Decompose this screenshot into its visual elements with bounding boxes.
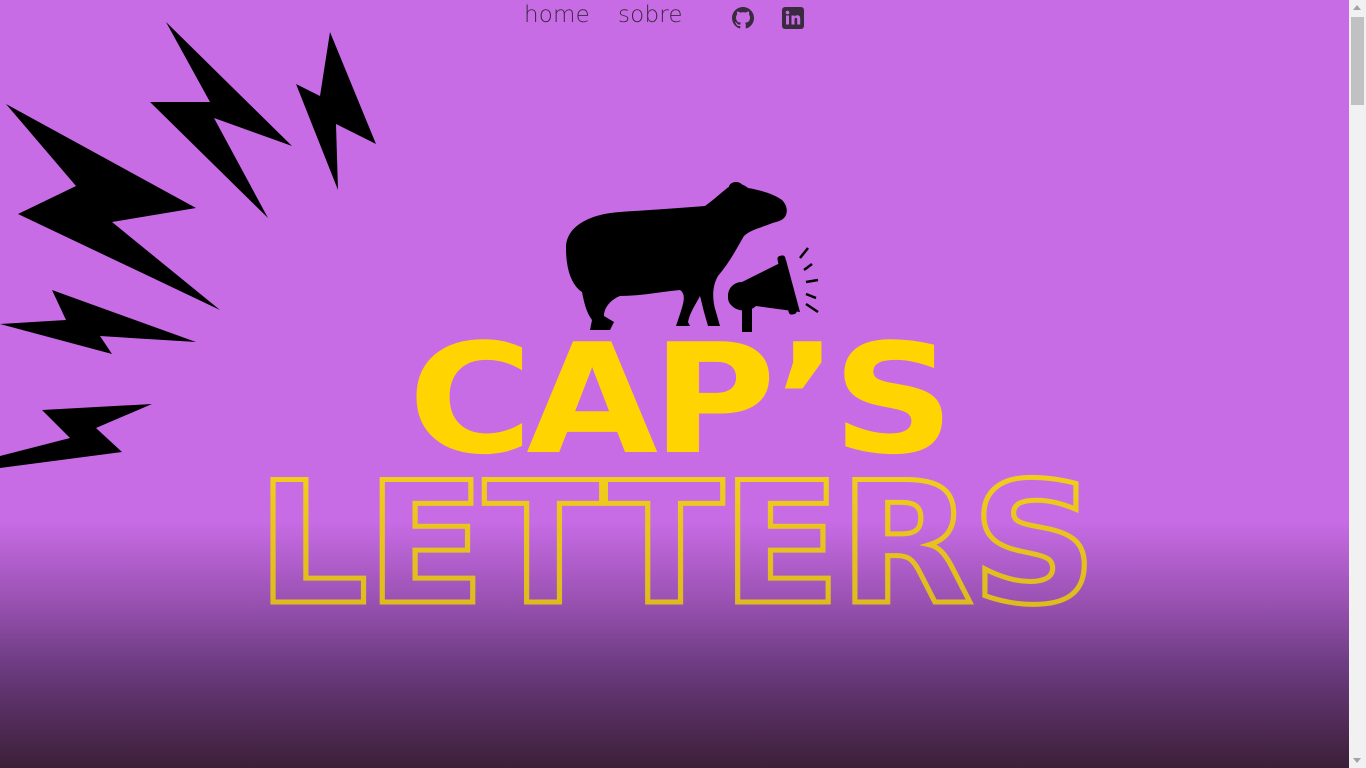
- logo-title-letters: LETTERS: [257, 446, 1095, 642]
- vertical-scrollbar[interactable]: [1349, 0, 1366, 768]
- page: home sobre CAP’S LETTERS: [0, 0, 1349, 768]
- caps-letters-logo: CAP’S LETTERS: [255, 182, 1100, 645]
- scrollbar-thumb[interactable]: [1351, 17, 1364, 105]
- scroll-up-arrow-icon[interactable]: [1353, 5, 1361, 10]
- scroll-down-arrow-icon[interactable]: [1353, 758, 1361, 763]
